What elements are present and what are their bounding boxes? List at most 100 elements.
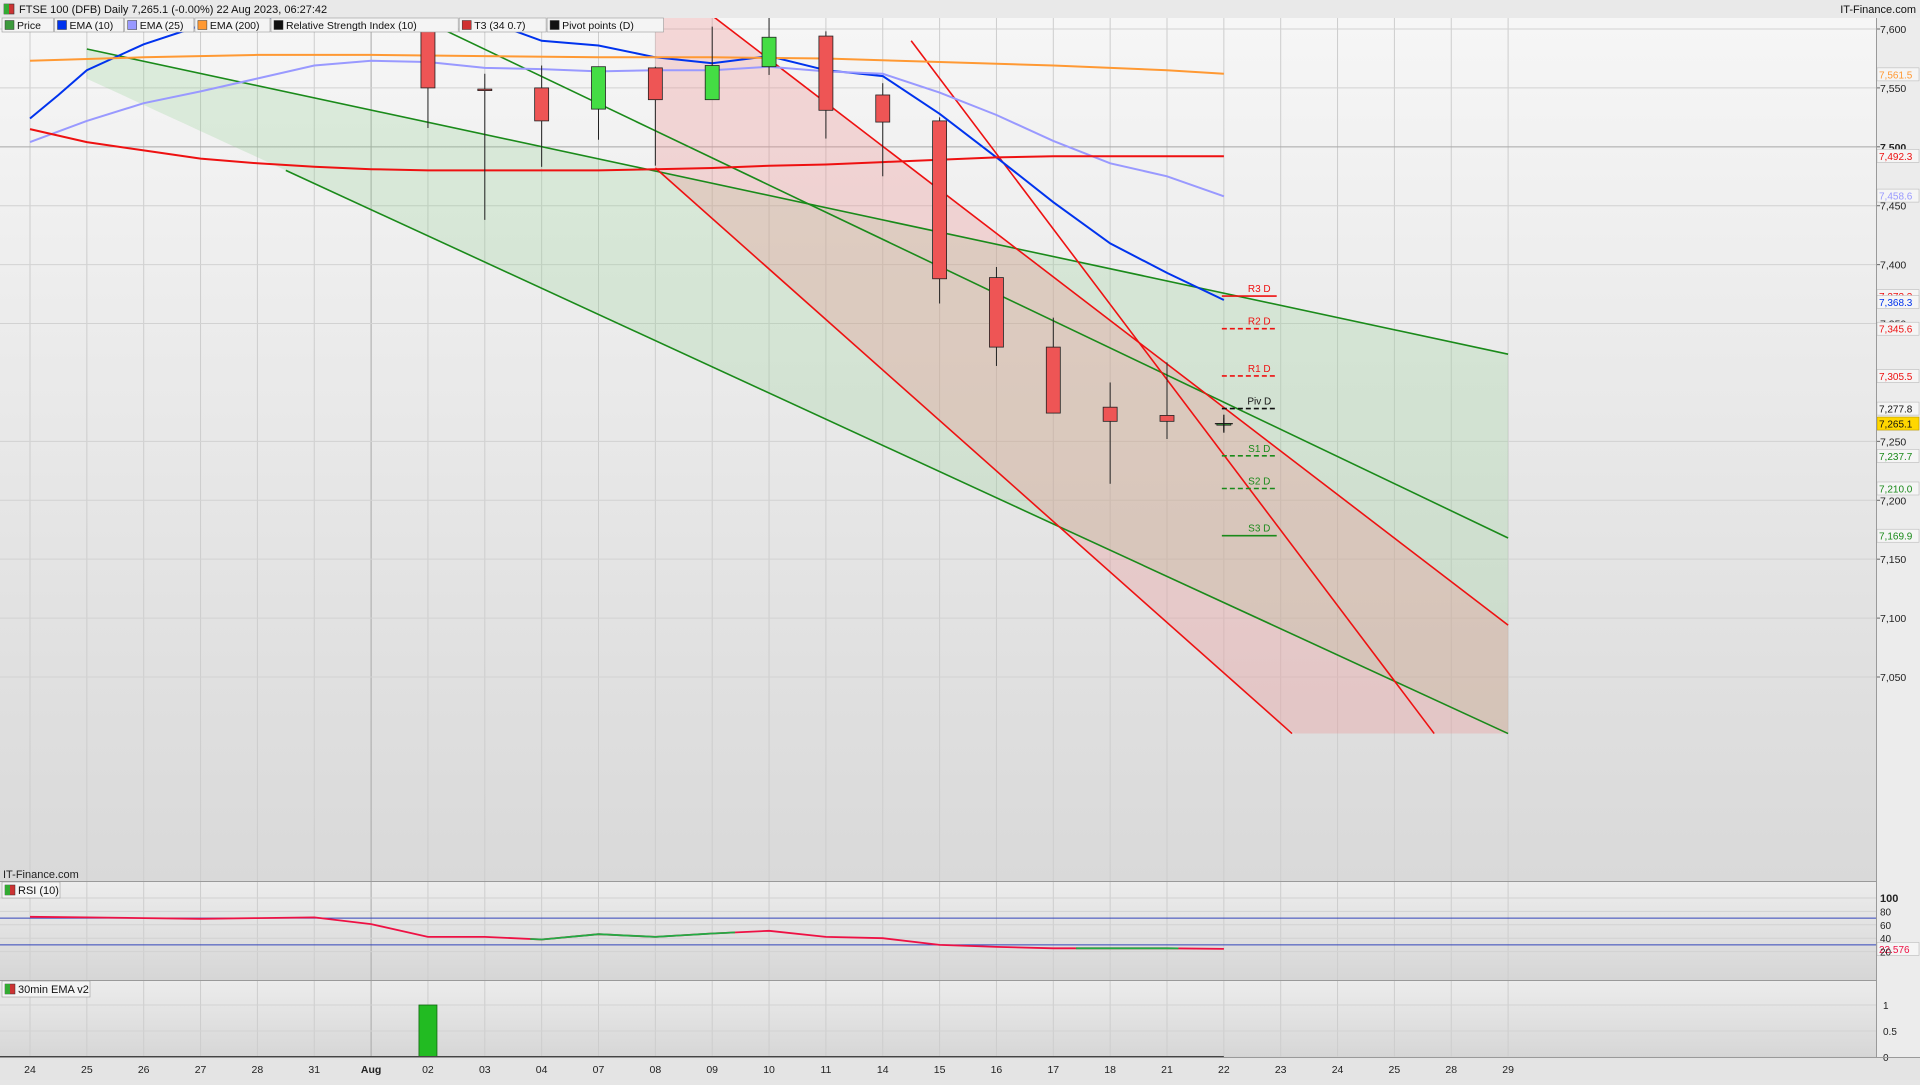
x-tick-label: 04: [536, 1064, 548, 1076]
pivot-label: S3 D: [1248, 524, 1270, 535]
ema30-tick-label: 0: [1883, 1053, 1889, 1064]
brand-label[interactable]: IT-Finance.com: [1840, 4, 1916, 16]
x-axis-background: [0, 1058, 1920, 1080]
ema30-tick-label: 1: [1883, 1001, 1889, 1012]
y-tick-label: 7,550: [1880, 83, 1906, 95]
candle-body-down: [535, 88, 549, 121]
value-tag-label: 7,265.1: [1879, 420, 1913, 431]
rsi-panel-background: [0, 882, 1876, 980]
pivot-label: S2 D: [1248, 476, 1270, 487]
candle-body-down: [1103, 407, 1117, 421]
x-tick-label: 21: [1161, 1064, 1173, 1076]
x-tick-label: 08: [650, 1064, 662, 1076]
y-tick-label: 7,400: [1880, 260, 1906, 272]
ftse-chart[interactable]: R3 DR2 DR1 DPiv DS1 DS2 DS3 D 22.576 242…: [0, 0, 1920, 1080]
rsi-tick-label: 100: [1880, 893, 1898, 905]
x-tick-label: 15: [934, 1064, 946, 1076]
candle-body-down: [933, 121, 947, 279]
value-tag-label: 7,210.0: [1879, 484, 1913, 495]
x-tick-label: 07: [593, 1064, 605, 1076]
legend-item-3[interactable]: EMA (200): [195, 18, 270, 32]
legend-item-5[interactable]: T3 (34 0.7): [459, 18, 546, 32]
x-tick-label: 29: [1502, 1064, 1514, 1076]
legend-swatch: [274, 21, 283, 30]
pivot-label: R3 D: [1248, 284, 1271, 295]
ema30-legend-label: 30min EMA v2: [18, 984, 89, 996]
legend-item-label: Price: [17, 20, 41, 32]
legend-item-label: T3 (34 0.7): [474, 20, 525, 32]
value-tag-label: 7,305.5: [1879, 372, 1913, 383]
header-icon-half: [4, 4, 9, 14]
pivot-label: R2 D: [1248, 317, 1271, 328]
legend-swatch: [5, 21, 14, 30]
pivot-label: Piv D: [1247, 397, 1271, 408]
candle-body-down: [478, 89, 492, 91]
legend-item-6[interactable]: Pivot points (D): [547, 18, 663, 32]
legend[interactable]: Price EMA (10) EMA (25) EMA (200) Relative S…: [2, 18, 664, 32]
candle-body-down: [1046, 347, 1060, 413]
y-tick-label: 7,100: [1880, 613, 1906, 625]
value-tag-label: 7,458.6: [1879, 192, 1913, 203]
x-tick-label: Aug: [361, 1064, 381, 1076]
x-tick-label: 02: [422, 1064, 434, 1076]
legend-item-2[interactable]: EMA (25): [125, 18, 194, 32]
x-tick-label: 23: [1275, 1064, 1287, 1076]
candle[interactable]: [933, 117, 947, 303]
value-tag-label: 7,237.7: [1879, 452, 1913, 463]
x-tick-label: 14: [877, 1064, 889, 1076]
ema30-bar: [419, 1005, 437, 1057]
x-tick-label: 03: [479, 1064, 491, 1076]
x-tick-label: 26: [138, 1064, 150, 1076]
legend-item-label: EMA (200): [210, 20, 260, 32]
x-tick-label: 11: [820, 1064, 831, 1076]
x-tick-label: 28: [252, 1064, 264, 1076]
y-tick-label: 7,250: [1880, 436, 1906, 448]
x-tick-label: 10: [763, 1064, 775, 1076]
y-tick-label: 7,050: [1880, 672, 1906, 684]
y-tick-label: 7,150: [1880, 554, 1906, 566]
legend-item-4[interactable]: Relative Strength Index (10): [271, 18, 458, 32]
chart-root[interactable]: R3 DR2 DR1 DPiv DS1 DS2 DS3 D 22.576 242…: [0, 0, 1920, 1080]
candle-body-up: [592, 67, 606, 109]
value-tag-label: 7,368.3: [1879, 298, 1913, 309]
rsi-tick-label: 80: [1880, 907, 1892, 918]
x-tick-label: 16: [991, 1064, 1003, 1076]
ema30-tick-label: 0.5: [1883, 1027, 1897, 1038]
candle-body-up: [762, 37, 776, 66]
x-tick-label: 22: [1218, 1064, 1230, 1076]
x-tick-label: 17: [1047, 1064, 1059, 1076]
legend-item-label: EMA (10): [70, 20, 114, 32]
x-tick-label: 31: [308, 1064, 320, 1076]
watermark: IT-Finance.com: [3, 869, 79, 881]
candle-body-down: [421, 29, 435, 88]
candle-body-up: [705, 66, 719, 100]
x-tick-label: 27: [195, 1064, 207, 1076]
value-tag-label: 7,561.5: [1879, 70, 1913, 81]
value-tag-label: 7,277.8: [1879, 405, 1913, 416]
y-tick-label: 7,200: [1880, 495, 1906, 507]
y-tick-label: 7,600: [1880, 24, 1906, 36]
legend-swatch: [128, 21, 137, 30]
legend-item-1[interactable]: EMA (10): [55, 18, 124, 32]
candle-body-down: [1160, 415, 1174, 421]
candle-body-down: [648, 68, 662, 100]
candle-body-down: [876, 95, 890, 122]
x-tick-label: 18: [1104, 1064, 1116, 1076]
rsi-tick-label: 20: [1880, 948, 1892, 959]
chart-title: FTSE 100 (DFB) Daily 7,265.1 (-0.00%) 22…: [19, 4, 327, 16]
x-tick-label: 28: [1445, 1064, 1457, 1076]
legend-swatch: [550, 21, 559, 30]
value-tag-label: 7,169.9: [1879, 532, 1913, 543]
x-tick-label: 25: [81, 1064, 93, 1076]
ema30-panel-background: [0, 981, 1876, 1058]
rsi-tick-label: 40: [1880, 934, 1892, 945]
legend-item-0[interactable]: Price: [2, 18, 54, 32]
legend-item-label: EMA (25): [140, 20, 184, 32]
x-tick-label: 24: [1332, 1064, 1344, 1076]
rsi-legend[interactable]: RSI (10): [2, 882, 60, 898]
legend-item-label: Relative Strength Index (10): [286, 20, 417, 32]
candle-body-down: [989, 278, 1003, 348]
value-tag-label: 7,492.3: [1879, 152, 1913, 163]
ema30-legend[interactable]: 30min EMA v2: [2, 981, 90, 997]
legend-swatch: [58, 21, 67, 30]
